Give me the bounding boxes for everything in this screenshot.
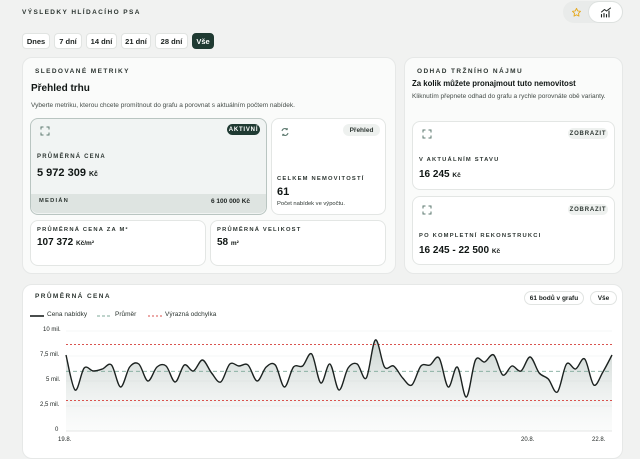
data-point	[220, 381, 222, 383]
data-point	[301, 365, 303, 367]
data-point	[129, 366, 131, 368]
data-point	[493, 354, 495, 356]
data-point	[447, 386, 449, 388]
data-point	[119, 386, 121, 388]
data-point	[383, 366, 385, 368]
data-point	[529, 356, 531, 358]
data-point	[338, 389, 340, 391]
data-point	[74, 389, 76, 391]
data-point	[65, 354, 67, 356]
data-point	[210, 372, 212, 374]
data-point	[238, 365, 240, 367]
data-point	[229, 363, 231, 365]
data-point	[147, 380, 149, 382]
data-point	[138, 363, 140, 365]
data-point	[511, 365, 513, 367]
data-point	[365, 377, 367, 379]
data-point	[101, 368, 103, 370]
data-point	[320, 382, 322, 384]
data-point	[156, 366, 158, 368]
data-point	[429, 364, 431, 366]
data-point	[502, 374, 504, 376]
data-point	[165, 365, 167, 367]
price-line-chart	[65, 330, 613, 432]
data-point	[356, 363, 358, 365]
data-point	[574, 368, 576, 370]
data-point	[411, 384, 413, 386]
data-point	[438, 357, 440, 359]
data-point	[547, 378, 549, 380]
data-point	[256, 380, 258, 382]
data-point	[483, 361, 485, 363]
data-point	[456, 366, 458, 368]
data-point	[374, 339, 376, 341]
data-point	[474, 359, 476, 361]
data-point	[183, 364, 185, 366]
data-point	[92, 370, 94, 372]
data-point	[392, 365, 394, 367]
data-point	[283, 386, 285, 388]
data-point	[274, 364, 276, 366]
data-point	[265, 366, 267, 368]
data-point	[402, 377, 404, 379]
data-point	[292, 366, 294, 368]
data-point	[311, 353, 313, 355]
data-point	[565, 363, 567, 365]
data-point	[174, 381, 176, 383]
data-point	[538, 372, 540, 374]
data-point	[347, 367, 349, 369]
data-point	[83, 367, 85, 369]
price-area-fill	[66, 339, 612, 431]
data-point	[201, 359, 203, 361]
data-point	[556, 391, 558, 393]
data-point	[584, 358, 586, 360]
data-point	[465, 396, 467, 398]
data-point	[520, 370, 522, 372]
data-point	[192, 370, 194, 372]
data-point	[593, 384, 595, 386]
data-point	[611, 354, 613, 356]
data-point	[420, 365, 422, 367]
data-point	[247, 364, 249, 366]
data-point	[110, 364, 112, 366]
data-point	[329, 363, 331, 365]
data-point	[602, 371, 604, 373]
